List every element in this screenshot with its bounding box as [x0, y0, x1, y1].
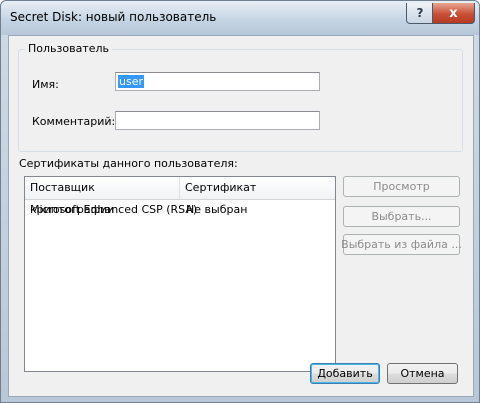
close-icon: x [449, 5, 458, 21]
choose-from-file-button[interactable]: Выбрать из файла ... [341, 234, 462, 255]
column-header-provider[interactable]: Поставщик криптографии [25, 177, 180, 216]
close-button[interactable]: x [432, 3, 475, 24]
certificates-list[interactable]: Поставщик криптографии Сертификат Micros… [24, 176, 336, 372]
title-bar[interactable]: Secret Disk: новый пользователь ? x [1, 1, 479, 35]
user-group-legend: Пользователь [25, 42, 113, 55]
list-item-certificate[interactable]: Не выбран [186, 203, 247, 216]
window-title: Secret Disk: новый пользователь [10, 10, 217, 24]
list-item-provider[interactable]: Microsoft Enhanced CSP (RSA) [30, 203, 197, 216]
help-button[interactable]: ? [406, 3, 434, 24]
help-icon: ? [416, 6, 424, 20]
name-input-value: user [118, 75, 144, 88]
choose-button[interactable]: Выбрать... [343, 206, 460, 227]
name-label: Имя: [32, 78, 59, 91]
cancel-button[interactable]: Отмена [387, 363, 458, 384]
certificates-label: Сертификаты данного пользователя: [19, 157, 238, 170]
dialog-client-area: Пользователь Имя: user Комментарий: Серт… [8, 35, 474, 397]
name-input[interactable]: user [115, 72, 320, 91]
column-header-certificate[interactable]: Сертификат [180, 177, 335, 199]
comment-input[interactable] [115, 111, 320, 130]
list-header: Поставщик криптографии Сертификат [25, 177, 335, 216]
add-button[interactable]: Добавить [310, 363, 380, 384]
dialog-window: Secret Disk: новый пользователь ? x Поль… [0, 0, 480, 403]
user-group-box: Пользователь Имя: user Комментарий: [18, 42, 463, 152]
comment-label: Комментарий: [32, 115, 116, 128]
view-button[interactable]: Просмотр [343, 176, 460, 197]
